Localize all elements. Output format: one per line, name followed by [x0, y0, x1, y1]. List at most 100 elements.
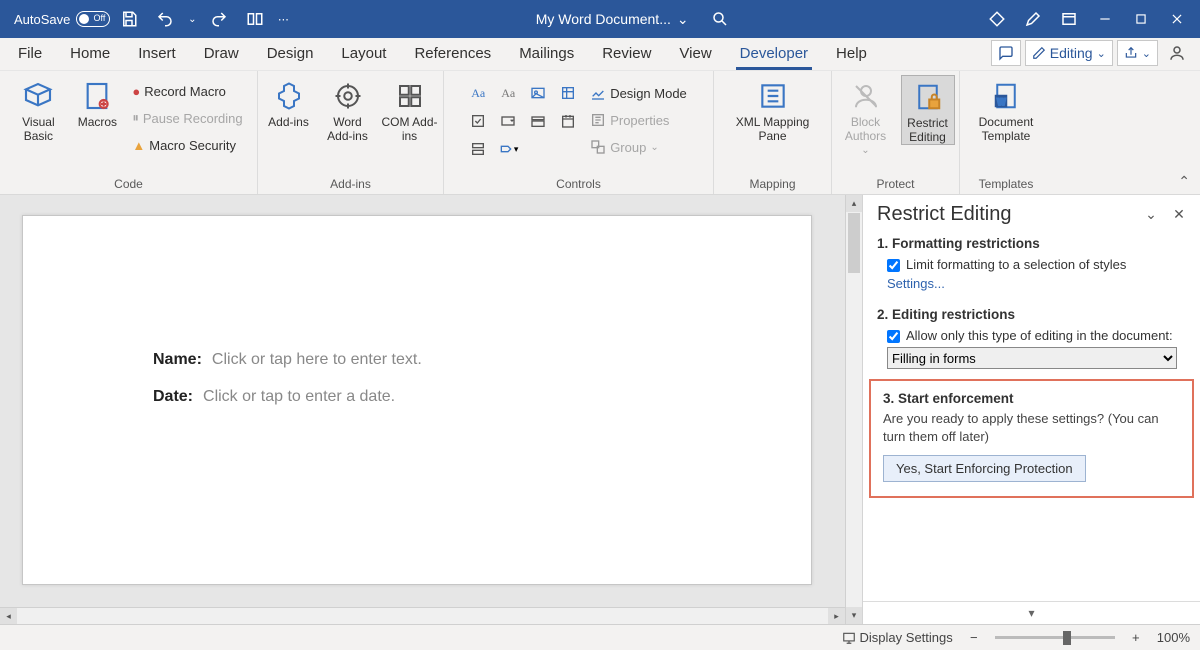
addins-button[interactable]: Add-ins	[264, 75, 314, 129]
undo-dropdown-icon[interactable]: ⌄	[184, 2, 200, 36]
pane-title: Restrict Editing	[877, 203, 1134, 226]
undo-icon[interactable]	[148, 2, 182, 36]
search-icon[interactable]	[703, 2, 737, 36]
autosave-toggle[interactable]: AutoSave Off	[6, 11, 110, 27]
rich-text-control-icon[interactable]: Aa	[466, 81, 490, 105]
collapse-ribbon-icon[interactable]: ⌃	[1178, 173, 1190, 190]
redo-icon[interactable]	[202, 2, 236, 36]
tab-review[interactable]: Review	[588, 39, 665, 70]
page[interactable]: Name: Click or tap here to enter text. D…	[22, 215, 812, 585]
visual-basic-icon	[21, 79, 55, 113]
limit-formatting-checkbox[interactable]: Limit formatting to a selection of style…	[887, 257, 1186, 272]
document-template-button[interactable]: W Document Template	[968, 75, 1044, 143]
scroll-left-icon[interactable]: ◂	[0, 608, 17, 624]
record-macro-button[interactable]: ●Record Macro	[128, 79, 246, 103]
tab-layout[interactable]: Layout	[327, 39, 400, 70]
overflow-icon[interactable]: ⋯	[274, 2, 292, 36]
start-enforcing-protection-button[interactable]: Yes, Start Enforcing Protection	[883, 455, 1086, 482]
zoom-slider-handle[interactable]	[1063, 631, 1071, 645]
tab-help[interactable]: Help	[822, 39, 881, 70]
tab-mailings[interactable]: Mailings	[505, 39, 588, 70]
legacy-tools-icon[interactable]: ▾	[496, 137, 520, 161]
vertical-scrollbar[interactable]: ▴ ▾	[845, 195, 862, 624]
pane-footer-expand[interactable]: ▾	[863, 601, 1200, 624]
scroll-down-icon[interactable]: ▾	[846, 607, 862, 624]
combobox-control-icon[interactable]	[496, 109, 520, 133]
pane-close-icon[interactable]: ✕	[1168, 204, 1190, 226]
properties-icon	[590, 112, 606, 128]
xml-mapping-icon	[756, 79, 790, 113]
save-icon[interactable]	[112, 2, 146, 36]
svg-text:W: W	[997, 97, 1006, 107]
status-bar: Display Settings − + 100%	[0, 624, 1200, 650]
name-field-label: Name:	[153, 351, 202, 369]
editing-type-select[interactable]: Filling in forms	[887, 347, 1177, 369]
group-label-protect: Protect	[838, 174, 953, 194]
zoom-in-button[interactable]: +	[1129, 630, 1143, 645]
macros-button[interactable]: Macros	[72, 75, 122, 129]
checkbox-control-icon[interactable]	[466, 109, 490, 133]
restrict-editing-button[interactable]: Restrict Editing	[901, 75, 955, 145]
date-field[interactable]: Click or tap to enter a date.	[203, 388, 395, 406]
document-title[interactable]: My Word Document... ⌄	[536, 11, 689, 28]
repeating-section-control-icon[interactable]	[466, 137, 490, 161]
zoom-out-button[interactable]: −	[967, 630, 981, 645]
plain-text-control-icon[interactable]: Aa	[496, 81, 520, 105]
quick-access-icon[interactable]	[238, 2, 272, 36]
properties-button[interactable]: Properties	[586, 108, 691, 132]
scrollbar-thumb[interactable]	[848, 213, 860, 273]
close-icon[interactable]	[1160, 2, 1194, 36]
group-label-code: Code	[6, 174, 251, 194]
design-mode-button[interactable]: Design Mode	[586, 81, 691, 105]
minimize-icon[interactable]	[1088, 2, 1122, 36]
autosave-label: AutoSave	[14, 12, 70, 27]
scroll-right-icon[interactable]: ▸	[828, 608, 845, 624]
date-field-label: Date:	[153, 388, 193, 406]
tab-design[interactable]: Design	[253, 39, 328, 70]
group-label-mapping: Mapping	[720, 174, 825, 194]
macro-security-button[interactable]: ▲Macro Security	[128, 133, 246, 157]
scroll-up-icon[interactable]: ▴	[846, 195, 862, 212]
horizontal-scrollbar[interactable]: ◂ ▸	[0, 607, 845, 624]
document-area[interactable]: Name: Click or tap here to enter text. D…	[0, 195, 845, 624]
maximize-icon[interactable]	[1124, 2, 1158, 36]
toggle-switch[interactable]: Off	[76, 11, 110, 27]
group-label-controls: Controls	[450, 174, 707, 194]
dropdown-control-icon[interactable]	[526, 109, 550, 133]
building-block-control-icon[interactable]	[556, 81, 580, 105]
diamond-icon[interactable]	[980, 2, 1014, 36]
xml-mapping-pane-button[interactable]: XML Mapping Pane	[724, 75, 822, 143]
name-field[interactable]: Click or tap here to enter text.	[212, 351, 422, 369]
visual-basic-button[interactable]: Visual Basic	[10, 75, 66, 143]
tab-developer[interactable]: Developer	[726, 39, 822, 70]
display-settings-button[interactable]: Display Settings	[842, 630, 953, 645]
tab-home[interactable]: Home	[56, 39, 124, 70]
tab-file[interactable]: File	[4, 39, 56, 70]
ribbon: Visual Basic Macros ●Record Macro ⏸Pause…	[0, 71, 1200, 195]
com-addins-button[interactable]: COM Add-ins	[382, 75, 438, 143]
zoom-slider[interactable]	[995, 636, 1115, 639]
pane-options-icon[interactable]: ⌄	[1140, 204, 1162, 226]
word-addins-icon	[331, 79, 365, 113]
design-mode-icon	[590, 85, 606, 101]
allow-only-editing-checkbox[interactable]: Allow only this type of editing in the d…	[887, 328, 1186, 343]
group-button[interactable]: Group⌄	[586, 135, 691, 159]
formatting-settings-link[interactable]: Settings...	[887, 276, 1186, 291]
picture-control-icon[interactable]	[526, 81, 550, 105]
tab-draw[interactable]: Draw	[190, 39, 253, 70]
workspace: Name: Click or tap here to enter text. D…	[0, 195, 1200, 624]
date-control-icon[interactable]	[556, 109, 580, 133]
paintbrush-icon[interactable]	[1016, 2, 1050, 36]
comments-button[interactable]	[991, 40, 1021, 66]
tab-references[interactable]: References	[400, 39, 505, 70]
group-label-templates: Templates	[966, 174, 1046, 194]
window-icon[interactable]	[1052, 2, 1086, 36]
share-button[interactable]: ⌄	[1117, 40, 1158, 66]
editing-mode-button[interactable]: Editing ⌄	[1025, 40, 1113, 66]
zoom-level[interactable]: 100%	[1157, 630, 1190, 645]
word-addins-button[interactable]: Word Add-ins	[320, 75, 376, 143]
account-icon[interactable]	[1162, 40, 1192, 66]
group-icon	[590, 139, 606, 155]
tab-insert[interactable]: Insert	[124, 39, 190, 70]
tab-view[interactable]: View	[665, 39, 725, 70]
